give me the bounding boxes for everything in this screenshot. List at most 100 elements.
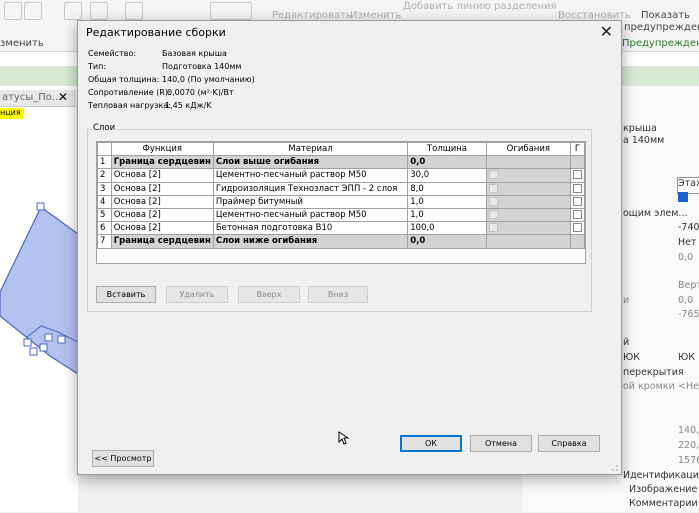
property-row: 140,0 [678,425,699,436]
cell-variable [569,234,585,249]
layers-table[interactable]: Функция Материал Толщина Огибания Г 1 Гр… [96,141,586,264]
table-row[interactable]: 5 Основа [2] Цементно-песчаный раствор М… [97,207,585,223]
column-header-thickness[interactable]: Толщина [407,142,487,157]
cancel-button[interactable]: Отмена [470,435,532,452]
delete-button[interactable]: Удалить [166,286,228,303]
cell-function[interactable]: Основа [2] [110,207,214,223]
property-row: а 140мм [623,135,665,146]
cell-material[interactable]: Слои выше огибания [212,155,409,170]
cell-function[interactable]: Основа [2] [110,221,214,236]
roof-shape-drawing[interactable] [0,86,78,512]
property-row: й [623,337,630,348]
property-row: ой кромки [623,381,675,392]
cell-variable[interactable] [569,194,585,209]
cell-wraps[interactable] [485,194,571,209]
column-header-function[interactable]: Функция [110,142,214,157]
cell-wraps[interactable] [485,207,571,223]
property-row: Нет [678,237,697,248]
property-row: <Не [678,381,699,392]
table-header: Функция Материал Толщина Огибания Г [97,142,585,157]
layers-grid[interactable]: Функция Материал Толщина Огибания Г 1 Гр… [97,142,585,249]
table-row[interactable]: 1 Граница сердцевин Слои выше огибания 0… [97,155,585,170]
cell-variable[interactable] [569,207,585,223]
ribbon-show-warnings-button[interactable]: Показать [641,10,690,21]
property-row: 220,7 [678,440,699,451]
row-number: 3 [97,181,112,196]
property-row: Верт [678,280,699,291]
close-icon[interactable]: ✕ [58,90,72,106]
cell-material[interactable]: Гидроизоляция Технозласт ЭПП - 2 слоя [212,181,409,196]
table-row[interactable]: 2 Основа [2] Цементно-песчаный раствор М… [97,168,585,183]
cell-thickness[interactable]: 8,0 [407,181,487,196]
cell-wraps[interactable] [485,221,571,236]
cell-function[interactable]: Основа [2] [110,168,214,183]
cell-function[interactable]: Основа [2] [110,194,214,209]
checkbox-icon[interactable] [488,183,498,193]
table-row[interactable]: 4 Основа [2] Праймер битумный 1,0 [97,194,585,209]
insert-button[interactable]: Вставить [96,286,156,303]
cell-thickness[interactable]: 100,0 [407,221,487,236]
checkbox-icon[interactable] [572,196,582,206]
cell-function[interactable]: Граница сердцевин [110,155,214,170]
column-header-material[interactable]: Материал [212,142,409,157]
info-value: 0,0070 (м²·K)/Вт [167,88,234,97]
cell-thickness[interactable]: 30,0 [407,168,487,183]
cell-variable[interactable] [569,221,585,236]
tool-icon[interactable] [4,2,22,20]
close-icon[interactable]: ✕ [600,22,613,41]
cell-thickness[interactable]: 0,0 [407,234,487,249]
checkbox-icon[interactable] [572,223,582,233]
checkbox-icon[interactable] [488,170,498,180]
cell-wraps [485,155,571,170]
cell-variable[interactable] [569,168,585,183]
cell-variable[interactable] [569,181,585,196]
preview-button[interactable]: << Просмотр [92,450,154,467]
checkbox-icon[interactable] [488,196,498,206]
property-row: 0,0 [678,252,694,263]
cell-material[interactable]: Бетонная подготовка В10 [212,221,409,236]
cell-material[interactable]: Цементно-песчаный раствор М50 [212,168,409,183]
cell-material[interactable]: Праймер битумный [212,194,409,209]
layers-title: Слои [92,123,117,133]
ribbon-modify-label[interactable]: зменить [0,38,44,49]
move-up-button[interactable]: Вверх [238,286,300,303]
cell-material[interactable]: Цементно-песчаный раствор М50 [212,207,409,223]
table-row[interactable]: 6 Основа [2] Бетонная подготовка В10 100… [97,221,585,236]
tool-icon[interactable] [210,2,252,20]
cell-thickness[interactable]: 1,0 [407,194,487,209]
cell-thickness[interactable]: 1,0 [407,207,487,223]
checkbox-icon[interactable] [572,170,582,180]
cell-material[interactable]: Слои ниже огибания [212,234,409,249]
column-header-wraps[interactable]: Огибания [485,142,571,157]
checkbox-icon[interactable] [572,183,582,193]
property-row: Изображение [629,484,698,495]
dropdown-icon[interactable] [125,2,143,20]
info-value: Базовая крыша [162,49,227,58]
resize-grip-icon[interactable] [611,464,619,472]
checkbox-icon[interactable] [488,210,498,220]
ribbon-add-divider-button[interactable]: Добавить линию разделения [403,1,557,12]
grid-icon[interactable] [64,2,82,20]
move-down-button[interactable]: Вниз [308,286,368,303]
tool-icon[interactable] [24,2,42,20]
property-row: 1576 [678,455,699,466]
view-area[interactable] [0,86,78,512]
property-row: ощим элем... [623,208,688,219]
checkbox-icon[interactable] [488,223,498,233]
checkbox-icon[interactable] [572,210,582,220]
checkbox-checked-icon[interactable] [678,192,688,202]
table-row[interactable]: 3 Основа [2] Гидроизоляция Технозласт ЭП… [97,181,585,196]
help-button[interactable]: Справка [538,435,600,452]
ok-button[interactable]: ОК [400,435,462,452]
cell-wraps[interactable] [485,181,571,196]
cell-function[interactable]: Основа [2] [110,181,214,196]
row-number: 6 [97,221,112,236]
table-row[interactable]: 7 Граница сердцевин Слои ниже огибания 0… [97,234,585,249]
cell-wraps[interactable] [485,168,571,183]
column-header [97,142,112,157]
cell-thickness[interactable]: 0,0 [407,155,487,170]
property-section: Идентификация [623,470,699,481]
column-header-variable[interactable]: Г [569,142,585,157]
cell-function[interactable]: Граница сердцевин [110,234,214,249]
grid-icon[interactable] [90,2,108,20]
